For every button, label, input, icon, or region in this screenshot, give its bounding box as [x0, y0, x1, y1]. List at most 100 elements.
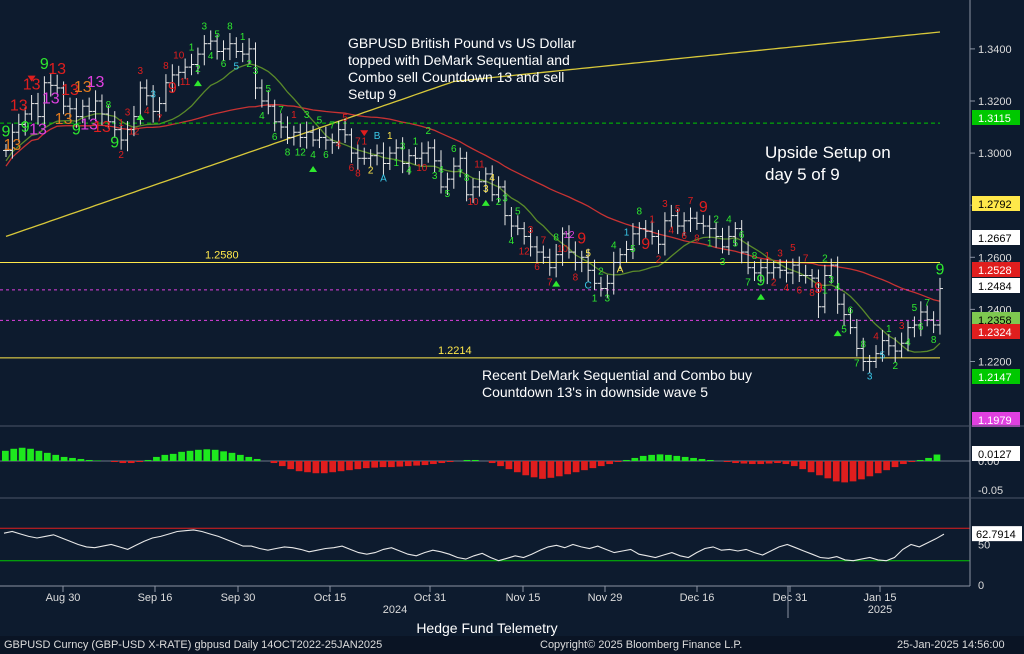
momentum-bar — [111, 461, 118, 463]
demark-count: 13 — [48, 61, 66, 78]
footer-left: GBPUSD Curncy (GBP-USD X-RATE) gbpusd Da… — [4, 639, 383, 651]
y-tick-label: 1.3000 — [978, 148, 1012, 160]
demark-count: 3 — [253, 66, 259, 77]
demark-count: 12 — [128, 127, 140, 138]
momentum-bar — [933, 454, 941, 461]
momentum-bar — [782, 461, 790, 465]
demark-count: 2 — [892, 361, 898, 372]
demark-count: 2 — [598, 267, 604, 278]
demark-count: 13 — [42, 90, 60, 107]
momentum-bar — [916, 459, 924, 461]
momentum-bar — [287, 461, 295, 470]
demark-count: 2 — [195, 64, 201, 75]
demark-count: 8 — [227, 22, 233, 33]
x-axis-title: Hedge Fund Telemetry — [416, 620, 557, 636]
demark-count: B — [374, 131, 381, 142]
demark-count: 6 — [349, 163, 355, 174]
demark-count: 8 — [163, 61, 169, 72]
demark-count: 11 — [180, 77, 191, 88]
x-year-label: 2025 — [868, 604, 892, 616]
momentum-bar — [925, 457, 932, 461]
price-tag-label: 1.2324 — [978, 327, 1012, 339]
demark-count: 7 — [688, 196, 694, 207]
demark-count: 7 — [541, 235, 547, 246]
demark-count: 1 — [822, 286, 828, 297]
momentum-bar — [732, 461, 739, 464]
momentum-bar — [153, 456, 160, 461]
demark-count: 7 — [157, 114, 163, 125]
demark-count: 13 — [10, 97, 28, 114]
demark-count: 4 — [726, 214, 732, 225]
demark-count: A — [617, 265, 624, 276]
demark-count: 10 — [557, 244, 569, 255]
momentum-bar — [35, 450, 43, 461]
momentum-bar — [790, 461, 798, 467]
demark-count: 3 — [828, 275, 834, 286]
demark-count: 13 — [29, 122, 47, 139]
demark-count: 7 — [457, 168, 463, 179]
demark-count: 5 — [841, 325, 847, 336]
momentum-bar — [94, 460, 102, 461]
momentum-bar — [278, 461, 286, 467]
momentum-bar — [211, 449, 219, 461]
momentum-bar — [513, 461, 521, 473]
momentum-bar — [144, 459, 152, 461]
momentum-bar — [740, 461, 748, 464]
demark-count: 1 — [189, 43, 195, 54]
demark-count: 5 — [445, 189, 451, 200]
momentum-bar — [883, 461, 890, 471]
momentum-bar — [530, 461, 538, 478]
momentum-bar — [186, 450, 194, 461]
demark-count: 5 — [266, 84, 272, 95]
demark-count: 3 — [125, 108, 131, 119]
demark-count: 5 — [790, 243, 796, 254]
demark-count: 10 — [416, 163, 428, 174]
momentum-bar — [463, 459, 471, 461]
price-tag-label: 1.1979 — [978, 415, 1012, 427]
demark-count: 6 — [451, 144, 457, 155]
momentum-bar — [589, 461, 597, 469]
momentum-bar — [69, 457, 76, 461]
momentum-bar — [505, 461, 513, 470]
momentum-bar — [891, 461, 899, 468]
demark-count: 5 — [912, 303, 918, 314]
momentum-bar — [320, 461, 328, 474]
momentum-bar — [539, 461, 546, 479]
demark-count: 2 — [771, 278, 777, 289]
demark-count: 9 — [756, 273, 765, 290]
demark-count: 4 — [835, 282, 841, 293]
demark-count: 13 — [55, 111, 73, 128]
demark-count: 13 — [87, 74, 105, 91]
momentum-bar — [522, 461, 530, 476]
momentum-bar — [354, 461, 362, 470]
momentum-bar — [900, 461, 907, 465]
momentum-tag-label: 0.0127 — [978, 449, 1012, 461]
x-tick-label: Sep 30 — [221, 592, 256, 604]
x-tick-label: Oct 31 — [414, 592, 446, 604]
demark-count: 5 — [675, 204, 681, 215]
momentum-bar — [77, 458, 85, 461]
momentum-bar — [564, 461, 572, 475]
demark-count: 2 — [822, 254, 828, 265]
momentum-bar — [858, 461, 865, 480]
x-year-label: 2024 — [383, 604, 407, 616]
demark-count: 8 — [860, 339, 866, 350]
momentum-bar — [908, 461, 916, 463]
momentum-bar — [362, 461, 370, 469]
footer-copyright: Copyright© 2025 Bloomberg Finance L.P. — [540, 639, 743, 651]
momentum-bar — [623, 459, 630, 461]
momentum-bar — [195, 449, 202, 461]
oscillator-tag-label: 62.7914 — [976, 529, 1016, 541]
y-tick-label: 1.3200 — [978, 96, 1012, 108]
demark-count: 2 — [368, 166, 374, 177]
demark-count: 6 — [272, 132, 278, 143]
momentum-bar — [413, 461, 420, 466]
momentum-bar — [119, 461, 127, 464]
momentum-bar — [371, 461, 378, 468]
demark-count: 4 — [310, 150, 316, 161]
demark-count: 8 — [752, 251, 758, 262]
momentum-bar — [2, 450, 9, 461]
demark-count: 4 — [438, 165, 444, 176]
demark-count: 13 — [3, 137, 21, 154]
price-tag-label: 1.2792 — [978, 199, 1012, 211]
